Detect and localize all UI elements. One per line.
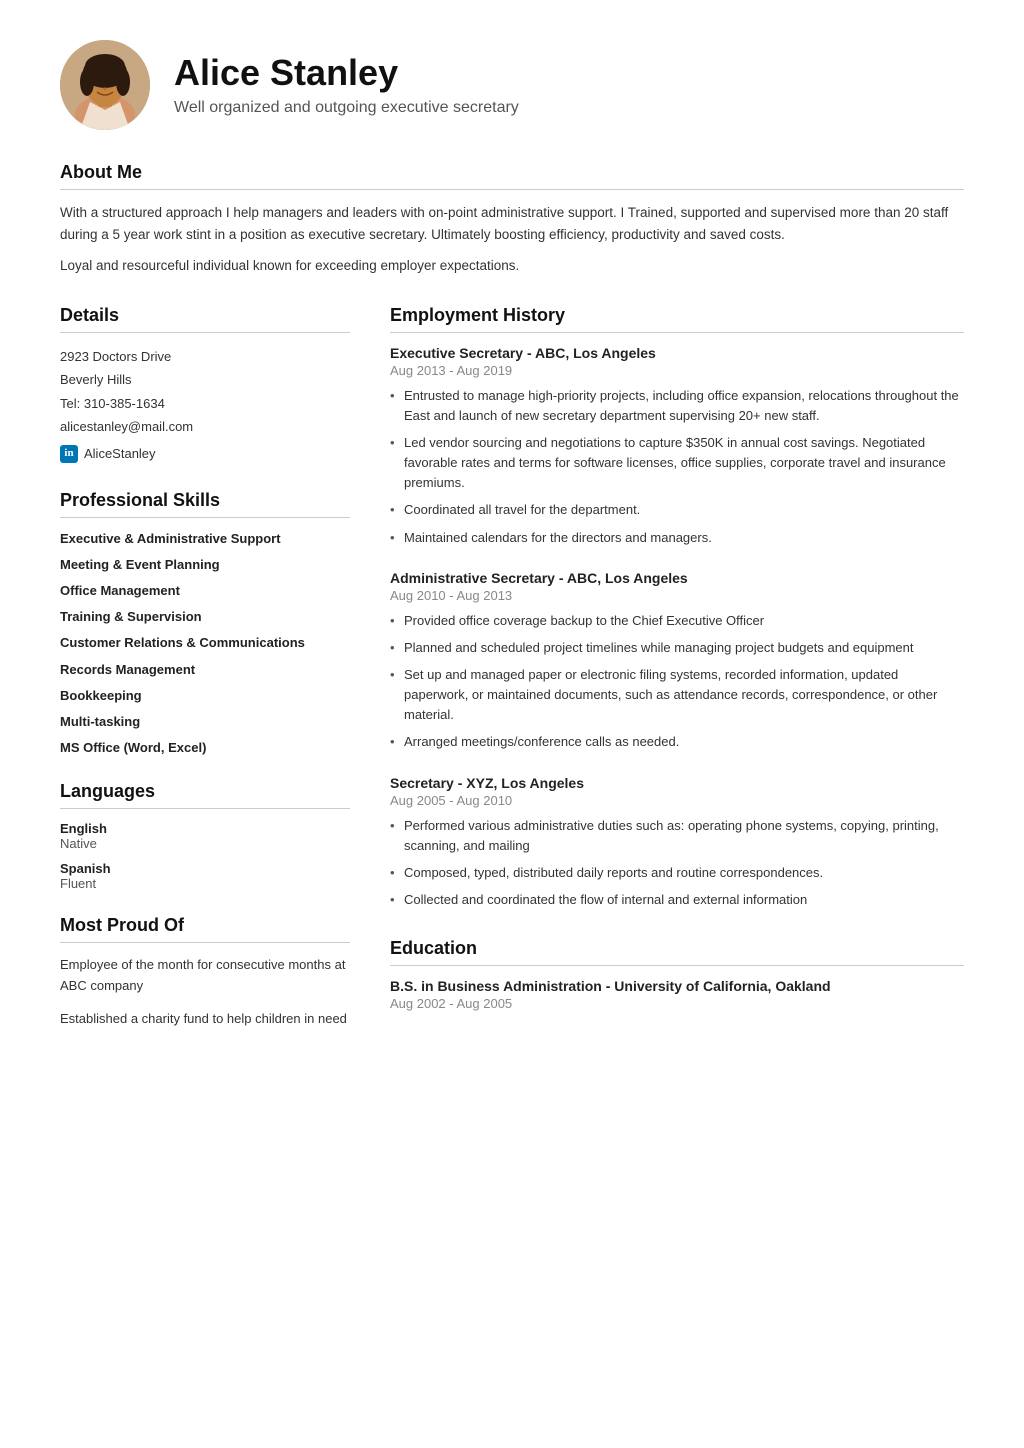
header-text: Alice Stanley Well organized and outgoin…: [174, 53, 519, 117]
job-title-2: Secretary - XYZ, Los Angeles: [390, 775, 964, 791]
bullet-0-3: Maintained calendars for the directors a…: [390, 528, 964, 548]
about-section: About Me With a structured approach I he…: [60, 162, 964, 277]
skill-item-6: Bookkeeping: [60, 687, 350, 705]
job-dates-0: Aug 2013 - Aug 2019: [390, 363, 964, 378]
languages-title: Languages: [60, 781, 350, 809]
edu-degree-0: B.S. in Business Administration - Univer…: [390, 978, 964, 994]
skill-item-0: Executive & Administrative Support: [60, 530, 350, 548]
resume-header: Alice Stanley Well organized and outgoin…: [60, 40, 964, 130]
job-title-1: Administrative Secretary - ABC, Los Ange…: [390, 570, 964, 586]
job-dates-2: Aug 2005 - Aug 2010: [390, 793, 964, 808]
candidate-subtitle: Well organized and outgoing executive se…: [174, 99, 519, 117]
skills-title: Professional Skills: [60, 490, 350, 518]
job-dates-1: Aug 2010 - Aug 2013: [390, 588, 964, 603]
edu-dates-0: Aug 2002 - Aug 2005: [390, 996, 964, 1011]
linkedin-row: in AliceStanley: [60, 442, 350, 465]
about-para-2: Loyal and resourceful individual known f…: [60, 255, 964, 277]
skill-item-4: Customer Relations & Communications: [60, 634, 350, 652]
lang-level-1: Fluent: [60, 876, 350, 891]
job-block-2: Secretary - XYZ, Los Angeles Aug 2005 - …: [390, 775, 964, 911]
skill-item-7: Multi-tasking: [60, 713, 350, 731]
job-bullets-2: Performed various administrative duties …: [390, 816, 964, 911]
job-block-0: Executive Secretary - ABC, Los Angeles A…: [390, 345, 964, 548]
two-col-layout: Details 2923 Doctors Drive Beverly Hills…: [60, 305, 964, 1054]
proud-title: Most Proud Of: [60, 915, 350, 943]
skill-item-2: Office Management: [60, 582, 350, 600]
linkedin-icon: in: [60, 445, 78, 463]
education-title: Education: [390, 938, 964, 966]
about-para-1: With a structured approach I help manage…: [60, 202, 964, 245]
skill-item-8: MS Office (Word, Excel): [60, 739, 350, 757]
language-item-1: Spanish Fluent: [60, 861, 350, 891]
job-block-1: Administrative Secretary - ABC, Los Ange…: [390, 570, 964, 753]
proud-section: Most Proud Of Employee of the month for …: [60, 915, 350, 1029]
bullet-0-1: Led vendor sourcing and negotiations to …: [390, 433, 964, 493]
skills-section: Professional Skills Executive & Administ…: [60, 490, 350, 758]
bullet-1-2: Set up and managed paper or electronic f…: [390, 665, 964, 725]
right-column: Employment History Executive Secretary -…: [390, 305, 964, 1054]
city-line: Beverly Hills: [60, 368, 350, 391]
lang-level-0: Native: [60, 836, 350, 851]
address-line: 2923 Doctors Drive: [60, 345, 350, 368]
job-bullets-1: Provided office coverage backup to the C…: [390, 611, 964, 753]
candidate-name: Alice Stanley: [174, 53, 519, 93]
avatar: [60, 40, 150, 130]
skill-item-5: Records Management: [60, 661, 350, 679]
details-info: 2923 Doctors Drive Beverly Hills Tel: 31…: [60, 345, 350, 466]
lang-name-1: Spanish: [60, 861, 350, 876]
lang-name-0: English: [60, 821, 350, 836]
bullet-1-3: Arranged meetings/conference calls as ne…: [390, 732, 964, 752]
skill-item-1: Meeting & Event Planning: [60, 556, 350, 574]
about-title: About Me: [60, 162, 964, 190]
bullet-2-2: Collected and coordinated the flow of in…: [390, 890, 964, 910]
tel-line: Tel: 310-385-1634: [60, 392, 350, 415]
employment-title: Employment History: [390, 305, 964, 333]
bullet-2-1: Composed, typed, distributed daily repor…: [390, 863, 964, 883]
details-section: Details 2923 Doctors Drive Beverly Hills…: [60, 305, 350, 466]
bullet-1-1: Planned and scheduled project timelines …: [390, 638, 964, 658]
employment-section: Employment History Executive Secretary -…: [390, 305, 964, 910]
bullet-0-0: Entrusted to manage high-priority projec…: [390, 386, 964, 426]
job-bullets-0: Entrusted to manage high-priority projec…: [390, 386, 964, 548]
language-item-0: English Native: [60, 821, 350, 851]
proud-item-0: Employee of the month for consecutive mo…: [60, 955, 350, 997]
details-title: Details: [60, 305, 350, 333]
bullet-2-0: Performed various administrative duties …: [390, 816, 964, 856]
languages-section: Languages English Native Spanish Fluent: [60, 781, 350, 891]
left-column: Details 2923 Doctors Drive Beverly Hills…: [60, 305, 350, 1054]
skill-item-3: Training & Supervision: [60, 608, 350, 626]
bullet-0-2: Coordinated all travel for the departmen…: [390, 500, 964, 520]
job-title-0: Executive Secretary - ABC, Los Angeles: [390, 345, 964, 361]
bullet-1-0: Provided office coverage backup to the C…: [390, 611, 964, 631]
education-section: Education B.S. in Business Administratio…: [390, 938, 964, 1011]
linkedin-handle: AliceStanley: [84, 442, 156, 465]
email-line: alicestanley@mail.com: [60, 415, 350, 438]
proud-item-1: Established a charity fund to help child…: [60, 1009, 350, 1030]
